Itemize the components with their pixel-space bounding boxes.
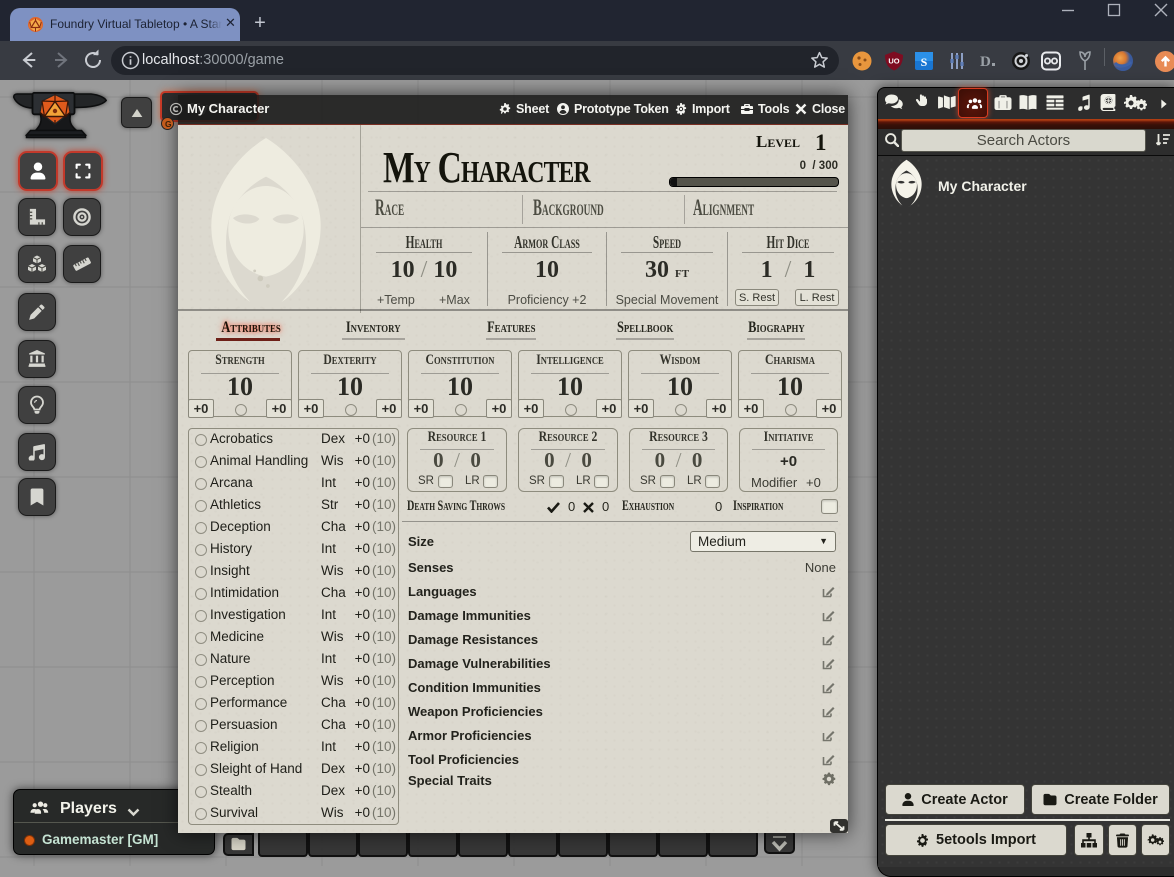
svg-text:S: S	[921, 55, 928, 69]
svg-text:D: D	[980, 54, 991, 70]
svg-text:UO: UO	[888, 57, 899, 66]
